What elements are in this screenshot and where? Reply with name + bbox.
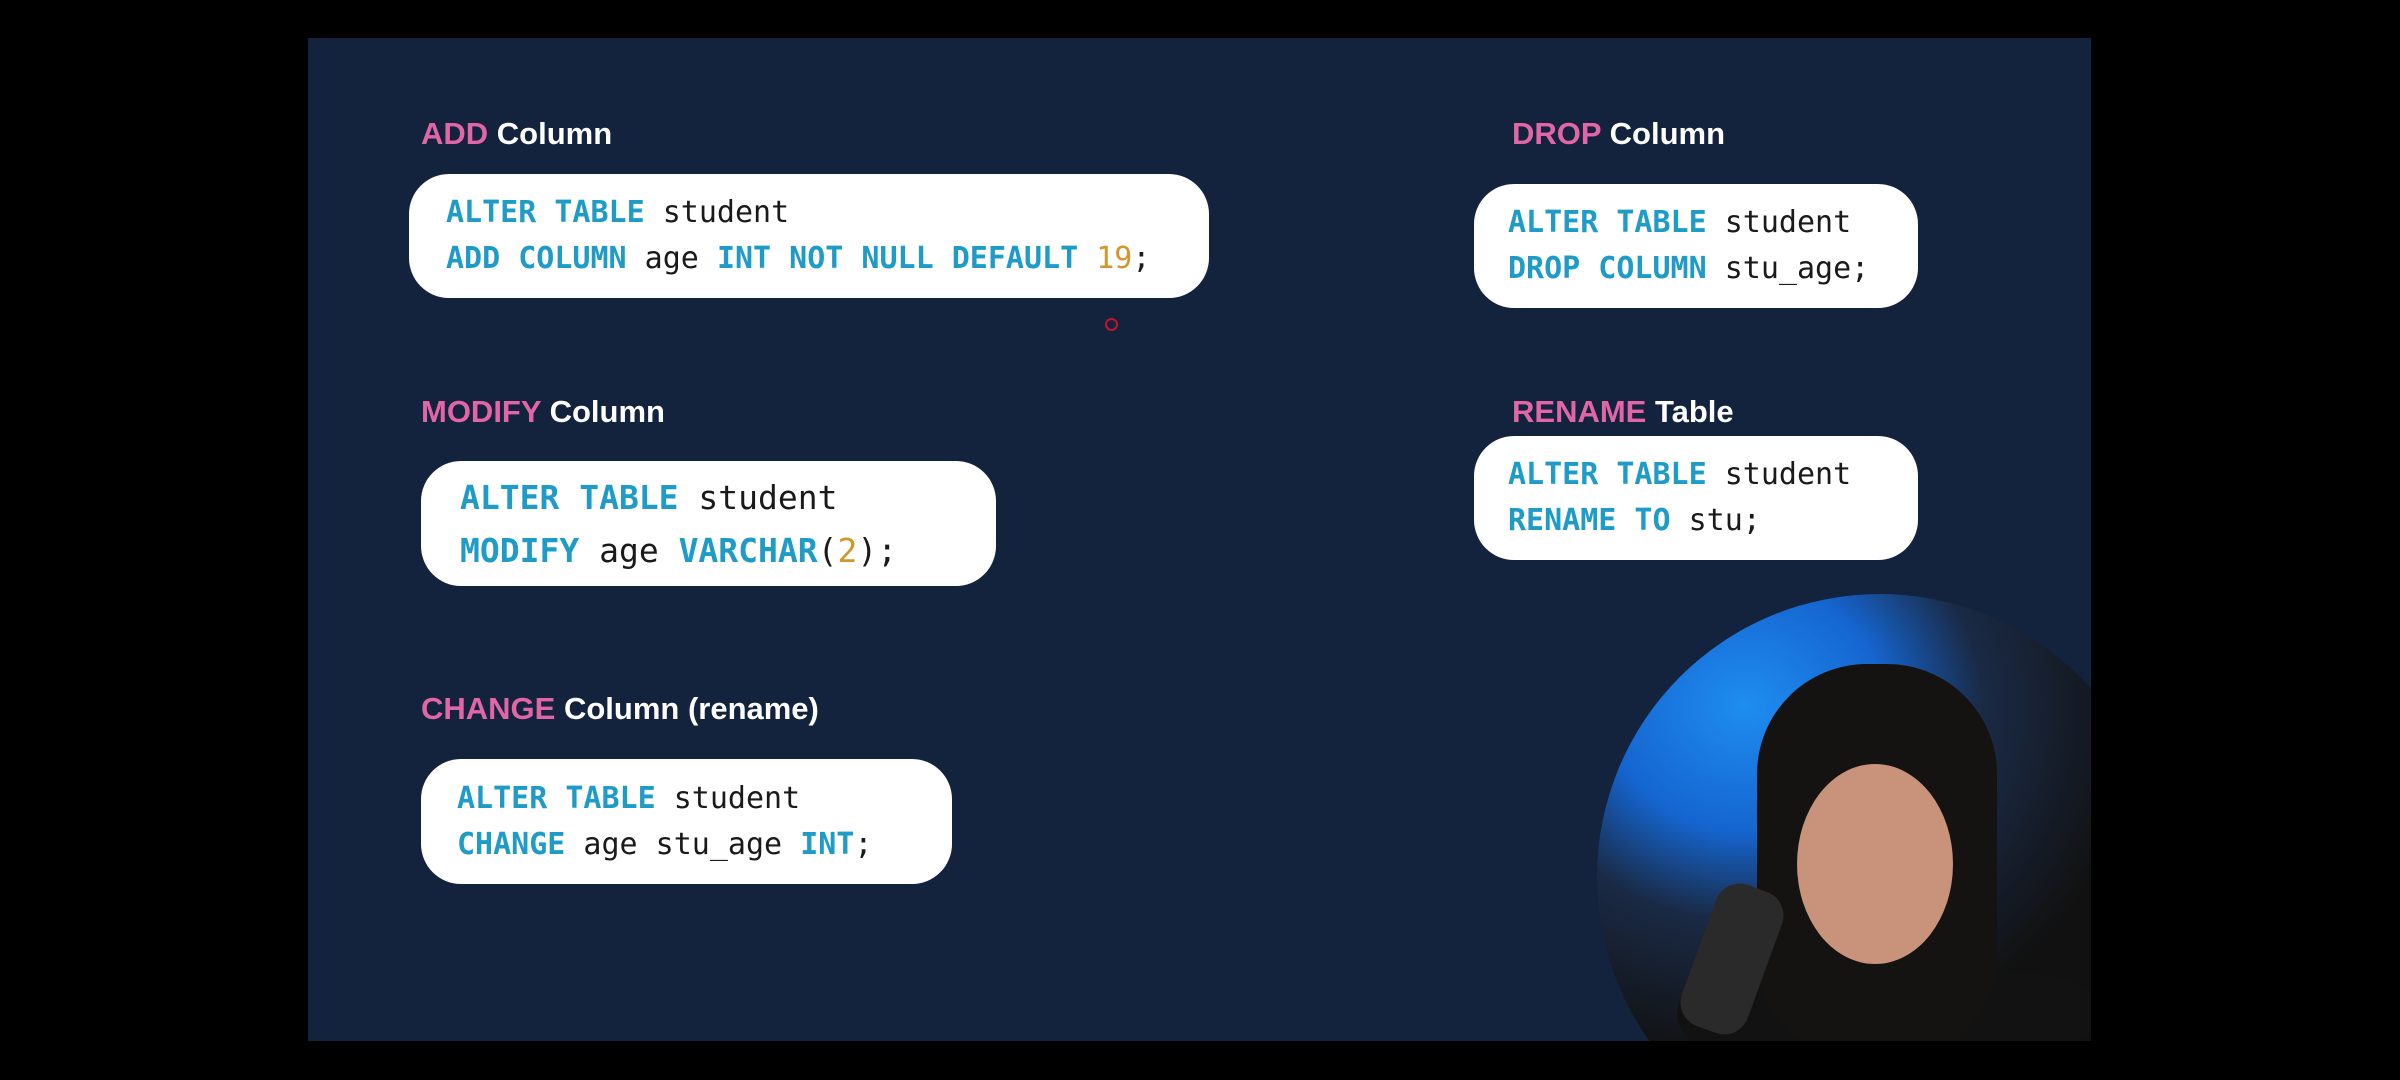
heading-keyword: MODIFY <box>421 394 541 429</box>
sql-text: student <box>678 477 838 517</box>
sql-keyword: ALTER TABLE <box>460 477 679 517</box>
sql-text: stu; <box>1670 503 1761 538</box>
heading-rest: Column (rename) <box>555 691 819 726</box>
code-line: ALTER TABLE student <box>457 776 952 822</box>
sql-keyword: ALTER TABLE <box>446 195 645 230</box>
presenter-face <box>1797 764 1953 964</box>
slide: ADD Column ALTER TABLE student ADD COLUMN… <box>308 38 2091 1041</box>
code-line: ALTER TABLE student <box>446 190 1209 236</box>
rename-table-code-box: ALTER TABLE student RENAME TO stu; <box>1474 436 1918 560</box>
add-column-heading: ADD Column <box>421 116 612 152</box>
sql-text: age stu_age <box>565 826 801 862</box>
heading-keyword: DROP <box>1512 116 1602 151</box>
cursor-indicator-icon <box>1105 318 1118 331</box>
sql-text: age <box>579 530 679 570</box>
code-line: RENAME TO stu; <box>1508 498 1918 544</box>
code-line: ADD COLUMN age INT NOT NULL DEFAULT 19; <box>446 236 1209 282</box>
heading-rest: Column <box>541 394 665 429</box>
sql-text: stu_age; <box>1706 251 1870 286</box>
heading-keyword: RENAME <box>1512 394 1647 429</box>
sql-text: student <box>1706 457 1852 492</box>
change-column-heading: CHANGE Column (rename) <box>421 691 819 727</box>
sql-text: ); <box>857 530 898 570</box>
heading-rest: Table <box>1646 394 1734 429</box>
heading-keyword: CHANGE <box>421 691 556 726</box>
drop-column-code-box: ALTER TABLE student DROP COLUMN stu_age; <box>1474 184 1918 308</box>
modify-column-heading: MODIFY Column <box>421 394 665 430</box>
sql-keyword: CHANGE <box>457 826 566 862</box>
sql-text: student <box>1706 205 1852 240</box>
add-column-code-box: ALTER TABLE student ADD COLUMN age INT NO… <box>409 174 1209 298</box>
heading-rest: Column <box>1601 116 1726 151</box>
code-line: ALTER TABLE student <box>1508 200 1918 246</box>
sql-keyword: DROP COLUMN <box>1508 251 1707 286</box>
sql-text: student <box>655 780 801 816</box>
code-line: ALTER TABLE student <box>1508 452 1918 498</box>
heading-rest: Column <box>488 116 613 151</box>
sql-number: 2 <box>837 530 858 570</box>
sql-text: student <box>644 195 790 230</box>
sql-text: ; <box>1132 241 1151 276</box>
sql-keyword: ADD COLUMN <box>446 241 627 276</box>
sql-keyword: ALTER TABLE <box>1508 205 1707 240</box>
change-column-code-box: ALTER TABLE student CHANGE age stu_age IN… <box>421 759 952 884</box>
sql-keyword: ALTER TABLE <box>457 780 656 816</box>
drop-column-heading: DROP Column <box>1512 116 1725 152</box>
presenter-webcam <box>1597 594 2091 1041</box>
sql-keyword: ALTER TABLE <box>1508 457 1707 492</box>
code-line: CHANGE age stu_age INT; <box>457 822 952 868</box>
sql-keyword: RENAME TO <box>1508 503 1671 538</box>
modify-column-code-box: ALTER TABLE student MODIFY age VARCHAR(2)… <box>421 461 996 586</box>
sql-keyword: VARCHAR <box>678 530 818 570</box>
sql-keyword: INT <box>800 826 855 862</box>
rename-table-heading: RENAME Table <box>1512 394 1734 430</box>
code-line: DROP COLUMN stu_age; <box>1508 246 1918 292</box>
sql-text: age <box>626 241 717 276</box>
sql-keyword: MODIFY <box>460 530 580 570</box>
sql-text: ( <box>817 530 838 570</box>
code-line: MODIFY age VARCHAR(2); <box>460 524 996 577</box>
heading-keyword: ADD <box>421 116 489 151</box>
sql-text: ; <box>854 826 873 862</box>
sql-number: 19 <box>1096 241 1133 276</box>
sql-keyword: INT NOT NULL DEFAULT <box>716 241 1079 276</box>
code-line: ALTER TABLE student <box>460 471 996 524</box>
